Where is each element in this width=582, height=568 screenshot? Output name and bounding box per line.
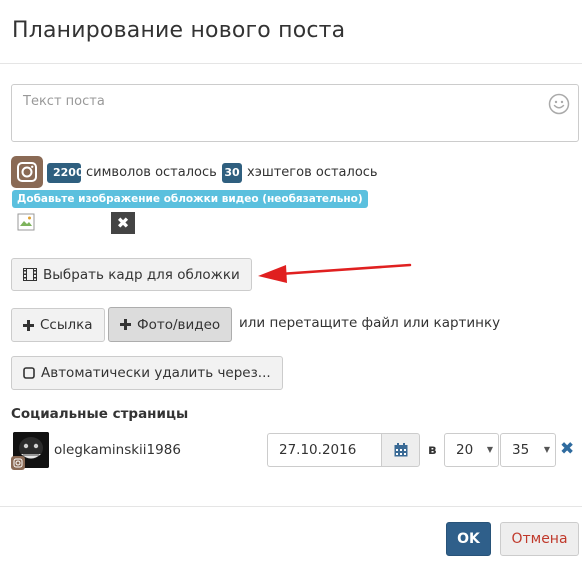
minute-value: 35 [512,442,530,458]
post-text-input[interactable]: Текст поста [11,84,579,142]
hour-value: 20 [456,442,474,458]
chars-remaining-label: символов осталось [86,165,217,180]
instagram-icon [11,456,25,470]
add-photo-video-label: Фото/видео [137,316,221,333]
date-input[interactable]: 27.10.2016 [267,433,382,467]
cover-image-hint[interactable]: Добавьте изображение обложки видео (необ… [12,190,368,208]
plus-icon [120,319,131,330]
plus-icon [23,319,34,331]
smiley-icon[interactable] [548,93,570,115]
instagram-icon [11,156,43,188]
chars-count-badge: 2200 [47,163,84,183]
choose-cover-frame-button[interactable]: Выбрать кадр для обложки [11,258,252,291]
chevron-down-icon: ▼ [486,445,493,454]
ok-button[interactable]: OK [446,522,491,556]
social-pages-title: Социальные страницы [11,406,189,422]
auto-delete-button[interactable]: Автоматически удалить через... [11,356,283,390]
hour-select[interactable]: 20 ▼ [444,433,499,467]
add-link-label: Ссылка [40,317,93,333]
modal-header: Планирование нового поста [0,0,582,64]
remove-account-button[interactable]: ✖ [560,439,574,459]
chevron-down-icon: ▼ [543,445,550,454]
footer-divider [0,506,582,507]
account-name: olegkaminskii1986 [54,442,181,458]
add-photo-video-button[interactable]: Фото/видео [108,307,233,342]
choose-cover-frame-label: Выбрать кадр для обложки [43,266,240,283]
calendar-button[interactable] [381,433,420,467]
hashtags-remaining-label: хэштегов осталось [247,165,378,180]
at-label: в [428,442,437,458]
add-link-button[interactable]: Ссылка [11,308,105,342]
checkbox-icon [23,367,35,379]
hashtags-count-badge: 30 [222,163,242,183]
cancel-button[interactable]: Отмена [500,522,579,556]
remove-cover-button[interactable]: ✖ [111,212,135,234]
post-text-placeholder: Текст поста [23,94,105,109]
annotation-arrow [258,263,412,283]
film-icon [23,268,37,281]
calendar-icon [394,443,407,457]
auto-delete-label: Автоматически удалить через... [41,365,271,381]
drag-drop-hint: или перетащите файл или картинку [239,315,501,331]
minute-select[interactable]: 35 ▼ [500,433,556,467]
modal-title: Планирование нового поста [12,18,346,43]
broken-image-icon [17,213,35,231]
